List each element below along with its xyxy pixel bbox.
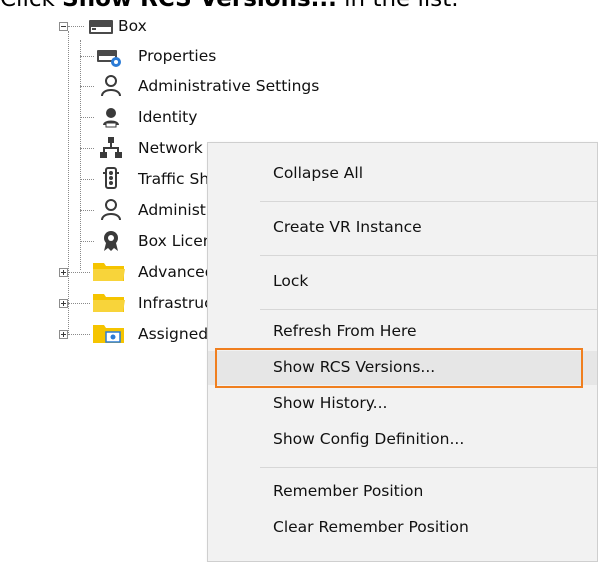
menu-item-create-vr-instance[interactable]: Create VR Instance	[208, 211, 597, 245]
menu-item-remember-position[interactable]: Remember Position	[208, 475, 597, 509]
menu-item-show-config-definition[interactable]: Show Config Definition...	[208, 423, 597, 457]
services-folder-icon	[93, 325, 124, 343]
menu-item-collapse-all[interactable]: Collapse All	[208, 157, 597, 191]
folder-icon	[93, 294, 125, 312]
tree-node-identity[interactable]: Identity	[138, 107, 197, 127]
menu-item-refresh-from-here[interactable]: Refresh From Here	[208, 315, 597, 349]
root-collapse-icon[interactable]	[59, 22, 68, 31]
tree-node-properties[interactable]: Properties	[138, 46, 216, 66]
expand-advanced-icon[interactable]	[59, 268, 68, 277]
admin-user-icon	[101, 199, 121, 221]
tree-node-network[interactable]: Network	[138, 138, 203, 158]
license-icon	[104, 231, 118, 251]
network-icon	[100, 137, 122, 158]
identity-icon	[103, 108, 119, 128]
box-icon	[89, 20, 113, 34]
admin-user-icon	[101, 75, 121, 97]
menu-item-show-history[interactable]: Show History...	[208, 387, 597, 421]
traffic-light-icon	[103, 167, 119, 189]
tree-node-box[interactable]: Box	[118, 16, 147, 36]
tree-node-administrative-settings[interactable]: Administrative Settings	[138, 76, 319, 96]
highlight-box	[215, 348, 583, 388]
menu-item-clear-remember-position[interactable]: Clear Remember Position	[208, 511, 597, 545]
folder-icon	[93, 263, 125, 281]
menu-item-lock[interactable]: Lock	[208, 265, 597, 299]
properties-icon	[97, 50, 121, 67]
expand-assigned-icon[interactable]	[59, 330, 68, 339]
expand-infrastructure-icon[interactable]	[59, 299, 68, 308]
